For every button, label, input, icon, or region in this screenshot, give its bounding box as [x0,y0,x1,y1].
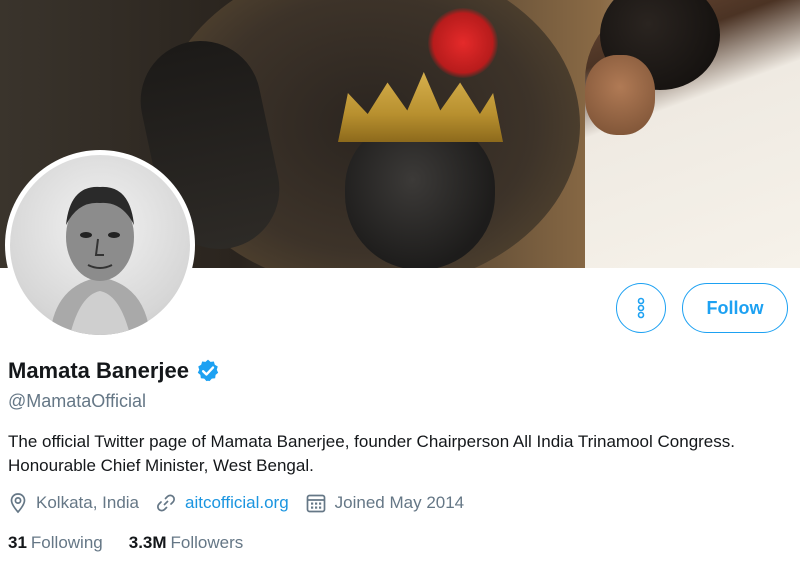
following-label: Following [30,533,103,552]
calendar-icon [306,494,326,513]
following-count: 31 [8,533,27,552]
banner-person-face [585,55,655,135]
profile-avatar[interactable] [5,150,195,340]
verified-badge-icon [197,359,219,382]
profile-website[interactable]: aitcofficial.org [155,492,289,514]
more-vertical-icon [637,297,645,319]
banner-idol-face [345,120,495,268]
website-link[interactable]: aitcofficial.org [185,493,289,513]
profile-location: Kolkata, India [8,492,139,514]
follow-button[interactable]: Follow [682,283,788,333]
avatar-portrait [50,186,150,335]
location-text: Kolkata, India [36,493,140,512]
followers-label: Followers [170,533,244,552]
profile-handle: @MamataOfficial [8,391,146,411]
profile-joined: Joined May 2014 [305,492,464,514]
profile-meta-row: Kolkata, India aitcofficial.org Joined M… [8,492,480,514]
joined-text: Joined May 2014 [334,493,465,512]
profile-stats: 31 Following 3.3M Followers [8,533,269,553]
link-icon [157,494,175,512]
followers-stat[interactable]: 3.3M Followers [129,533,244,553]
profile-name: Mamata Banerjee [8,358,189,383]
following-stat[interactable]: 31 Following [8,533,103,553]
profile-bio: The official Twitter page of Mamata Bane… [8,432,735,475]
avatar-image [10,155,190,335]
followers-count: 3.3M [128,533,167,552]
banner-red-feather [428,8,498,78]
profile-name-row: Mamata Banerjee [8,358,221,384]
location-pin-icon [10,493,26,514]
more-options-button[interactable] [616,283,666,333]
